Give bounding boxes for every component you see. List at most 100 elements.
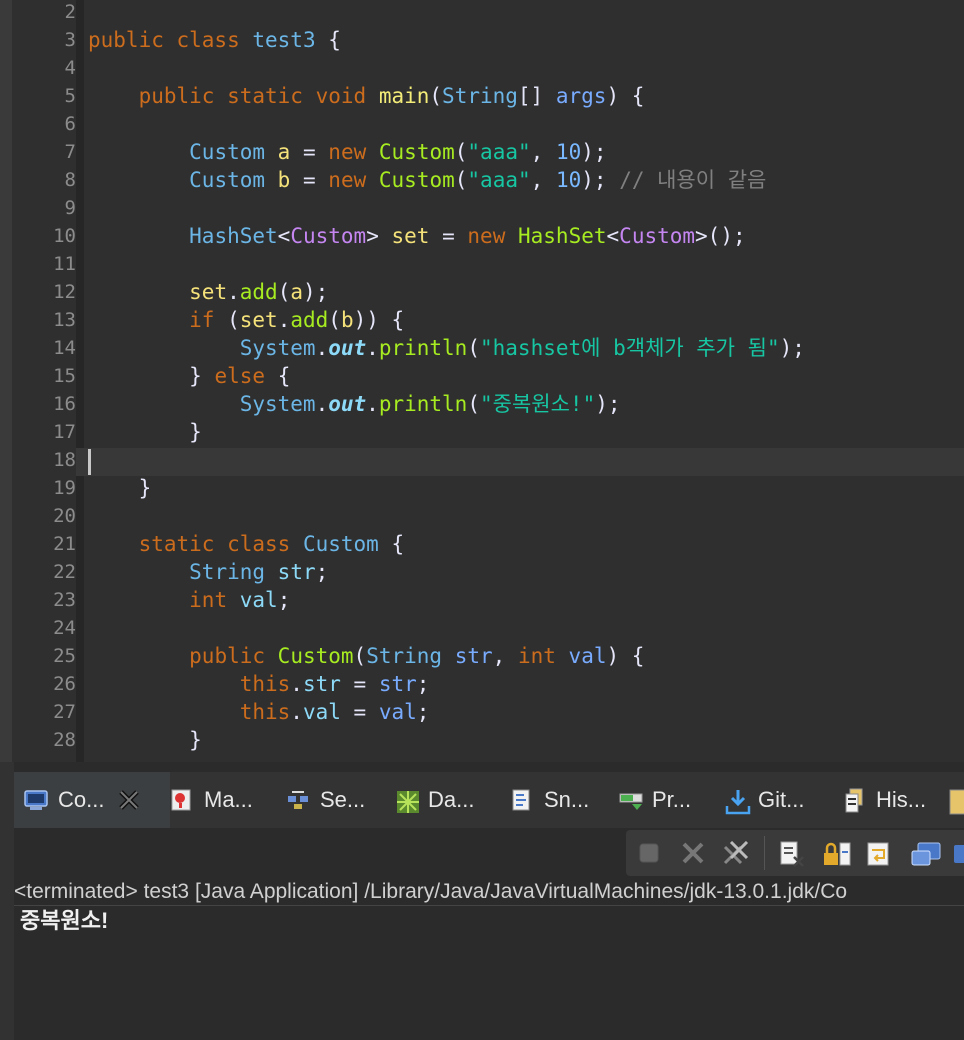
line-number: 21 xyxy=(53,533,76,555)
line-number: 26 xyxy=(53,673,76,695)
console-toolbar xyxy=(626,830,964,876)
code-comment: // 내용이 같음 xyxy=(619,168,767,192)
line-number: 3 xyxy=(64,29,76,51)
line-number: 17 xyxy=(53,421,76,443)
code-line: this.val = val; xyxy=(239,700,430,724)
console-panel: Co... Ma... Se... Da... Sn... Pr... Git.… xyxy=(0,762,964,1040)
code-line: Custom a = new Custom("aaa", 10); xyxy=(189,140,607,164)
code-line: Custom b = new Custom("aaa", 10); // 내용이… xyxy=(189,168,767,192)
line-number: 12 xyxy=(53,281,76,303)
code-line: if (set.add(b)) { xyxy=(189,308,405,332)
code-line: int val; xyxy=(189,588,291,612)
line-number: 22 xyxy=(53,561,76,583)
tab-label: Ma... xyxy=(204,787,253,812)
console-output[interactable]: 중복원소! xyxy=(20,907,108,935)
gutter-divider xyxy=(76,0,84,762)
servers-icon xyxy=(286,788,310,812)
panel-left-strip xyxy=(0,762,14,1040)
code-line: } xyxy=(189,728,202,752)
code-line: set.add(a); xyxy=(189,280,329,304)
code-line: } xyxy=(189,420,202,444)
line-number: 25 xyxy=(53,645,76,667)
tab-overflow[interactable] xyxy=(948,772,964,828)
line-number: 6 xyxy=(64,113,76,135)
string-literal: "중복원소!" xyxy=(480,392,596,416)
tab-label: His... xyxy=(876,787,927,812)
code-line: } else { xyxy=(189,364,291,388)
tab-label: Se... xyxy=(320,787,366,812)
code-line: String str; xyxy=(189,560,329,584)
console-divider xyxy=(14,905,964,906)
tab-console[interactable]: Co... xyxy=(14,772,170,828)
view-tab-bar: Co... Ma... Se... Da... Sn... Pr... Git.… xyxy=(14,772,964,828)
progress-icon xyxy=(618,788,643,812)
class-name: test3 xyxy=(252,28,316,52)
code-line: static class Custom { xyxy=(138,532,405,556)
line-number: 14 xyxy=(53,337,76,359)
markers-icon xyxy=(170,788,194,812)
tab-servers[interactable]: Se... xyxy=(286,772,365,828)
console-icon xyxy=(24,788,48,812)
line-number: 24 xyxy=(53,617,76,639)
tab-data-source[interactable]: Da... xyxy=(394,772,474,828)
history-icon xyxy=(842,788,866,813)
line-number: 18 xyxy=(53,449,76,471)
code-line: public class test3 { xyxy=(88,28,341,52)
line-number: 16 xyxy=(53,393,76,415)
code-line: HashSet<Custom> set = new HashSet<Custom… xyxy=(189,224,746,248)
editor-left-strip xyxy=(0,0,12,762)
remove-all-terminated-icon[interactable] xyxy=(722,840,749,865)
git-icon xyxy=(724,788,751,815)
code-area[interactable]: public class test3 { public static void … xyxy=(88,0,964,762)
open-console-icon[interactable] xyxy=(952,841,964,865)
tab-progress[interactable]: Pr... xyxy=(618,772,691,828)
code-line: System.out.println("중복원소!"); xyxy=(239,392,621,416)
show-on-output-icon[interactable] xyxy=(910,841,941,866)
line-number: 9 xyxy=(64,197,76,219)
line-number: 7 xyxy=(64,141,76,163)
line-number: 13 xyxy=(53,309,76,331)
line-number: 5 xyxy=(64,85,76,107)
code-line: } xyxy=(138,476,152,500)
line-number: 11 xyxy=(53,253,76,275)
stop-icon[interactable] xyxy=(636,841,662,865)
tab-history[interactable]: His... xyxy=(842,772,926,828)
line-number: 28 xyxy=(53,729,76,751)
clear-console-icon[interactable] xyxy=(778,841,804,867)
code-line: public Custom(String str, int val) { xyxy=(189,644,645,668)
line-number: 23 xyxy=(53,589,76,611)
line-number-gutter: 2 3 4 5 6 7 8 9 10 11 12 13 14 15 16 17 … xyxy=(12,0,76,762)
line-number: 8 xyxy=(64,169,76,191)
remove-launch-icon[interactable] xyxy=(680,841,706,865)
code-line: this.str = str; xyxy=(239,672,430,696)
line-number: 19 xyxy=(53,477,76,499)
close-icon[interactable] xyxy=(118,789,140,811)
string-literal: "hashset에 b객체가 추가 됨" xyxy=(480,336,780,360)
tab-label: Sn... xyxy=(544,787,590,812)
code-line: public static void main(String[] args) { xyxy=(138,84,645,108)
tab-label: Git... xyxy=(758,787,805,812)
tab-label: Co... xyxy=(58,787,105,812)
string-literal: "aaa" xyxy=(467,168,531,192)
line-number: 20 xyxy=(53,505,76,527)
data-source-icon xyxy=(394,788,419,813)
tab-markers[interactable]: Ma... xyxy=(170,772,253,828)
tab-git[interactable]: Git... xyxy=(724,772,804,828)
code-editor[interactable]: 2 3 4 5 6 7 8 9 10 11 12 13 14 15 16 17 … xyxy=(0,0,964,762)
line-number: 4 xyxy=(64,57,76,79)
tab-label: Da... xyxy=(428,787,475,812)
line-number: 27 xyxy=(53,701,76,723)
console-status-line: <terminated> test3 [Java Application] /L… xyxy=(14,880,848,903)
line-number: 10 xyxy=(53,225,76,247)
word-wrap-icon[interactable] xyxy=(866,841,892,866)
line-number: 15 xyxy=(53,365,76,387)
overflow-view-icon xyxy=(948,788,964,815)
tab-snippets[interactable]: Sn... xyxy=(510,772,589,828)
string-literal: "aaa" xyxy=(467,140,531,164)
toolbar-separator xyxy=(764,836,765,870)
snippets-icon xyxy=(510,788,534,812)
scroll-lock-icon[interactable] xyxy=(822,841,851,866)
line-number: 2 xyxy=(64,1,76,23)
code-line: System.out.println("hashset에 b객체가 추가 됨")… xyxy=(239,336,805,360)
tab-label: Pr... xyxy=(652,787,692,812)
